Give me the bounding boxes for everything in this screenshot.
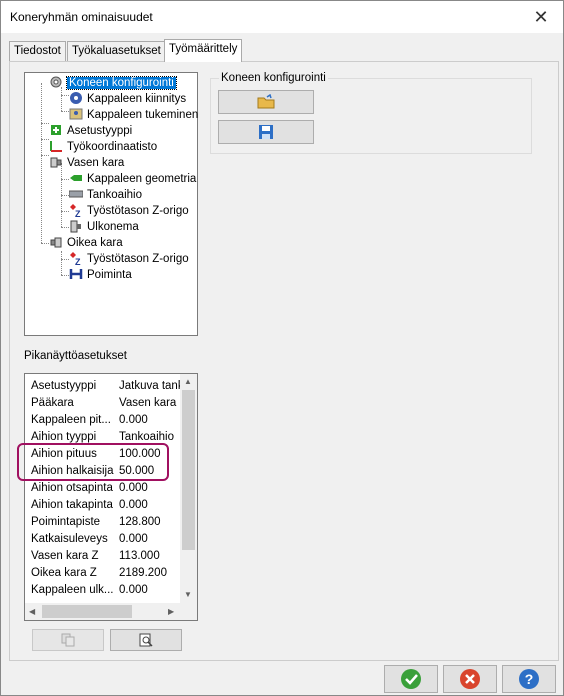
tree-item-ulkonema[interactable]: Ulkonema bbox=[69, 219, 139, 235]
scroll-left-icon[interactable]: ◀ bbox=[29, 607, 35, 616]
help-button[interactable]: ? bbox=[502, 665, 556, 693]
dialog-button-bar: ? bbox=[1, 659, 563, 695]
help-icon: ? bbox=[518, 669, 540, 693]
list-item: Kappaleen ulk... 0.000 bbox=[31, 584, 148, 596]
tree-item-koneen-konfigurointi[interactable]: Koneen konfigurointi bbox=[49, 75, 177, 91]
gear-icon bbox=[49, 75, 63, 89]
list-item: Vasen kara Z 113.000 bbox=[31, 550, 160, 562]
overhang-icon bbox=[69, 219, 83, 233]
chuck-icon bbox=[69, 91, 83, 105]
list-item: Katkaisuleveys 0.000 bbox=[31, 533, 148, 545]
title-bar: Koneryhmän ominaisuudet ✕ bbox=[1, 1, 563, 33]
config-group: Koneen konfigurointi bbox=[210, 72, 532, 154]
open-button[interactable] bbox=[218, 90, 314, 114]
svg-text:Z: Z bbox=[75, 257, 81, 265]
tree-item-label: Kappaleen kiinnitys bbox=[87, 93, 187, 105]
tree-item-asetustyyppi[interactable]: Asetustyyppi bbox=[49, 123, 132, 139]
ok-button[interactable] bbox=[384, 665, 438, 693]
vertical-scrollbar[interactable]: ▲ ▼ bbox=[180, 374, 197, 603]
save-icon bbox=[258, 125, 274, 143]
tab-tiedostot[interactable]: Tiedostot bbox=[9, 41, 66, 61]
checkmark-icon bbox=[400, 669, 422, 693]
setup-type-icon bbox=[49, 123, 63, 137]
vertical-scroll-thumb[interactable] bbox=[182, 390, 195, 550]
svg-text:?: ? bbox=[525, 671, 534, 687]
scroll-down-icon[interactable]: ▼ bbox=[184, 590, 192, 599]
svg-text:Z: Z bbox=[75, 209, 81, 217]
tree-item-label: Poiminta bbox=[87, 269, 132, 281]
z-origin-icon: Z bbox=[69, 251, 83, 267]
tab-tyokaluasetukset[interactable]: Työkaluasetukset bbox=[67, 41, 166, 61]
horizontal-scrollbar[interactable]: ◀ ▶ bbox=[25, 603, 197, 620]
tree-item-label: Työkoordinaatisto bbox=[67, 141, 158, 153]
tree-item-label: Oikea kara bbox=[67, 237, 123, 249]
tree-item-kappaleen-geometria[interactable]: Kappaleen geometria bbox=[69, 171, 196, 187]
tree-item-tankoaihio[interactable]: Tankoaihio bbox=[68, 187, 142, 203]
quick-view-label: Pikanäyttöasetukset bbox=[24, 350, 127, 362]
preview-button[interactable] bbox=[110, 629, 182, 651]
tab-panel: Koneen konfigurointi Kappaleen kiinnitys… bbox=[9, 61, 559, 661]
cancel-icon bbox=[459, 669, 481, 693]
tree-item-label: Asetustyyppi bbox=[67, 125, 133, 137]
axes-icon bbox=[49, 139, 63, 153]
z-origin-icon: Z bbox=[69, 203, 83, 219]
tree-item-kappaleen-tukeminen[interactable]: Kappaleen tukeminen bbox=[69, 107, 198, 123]
operation-tree[interactable]: Koneen konfigurointi Kappaleen kiinnitys… bbox=[24, 72, 198, 336]
scroll-up-icon[interactable]: ▲ bbox=[184, 377, 192, 386]
bar-stock-icon bbox=[68, 187, 84, 201]
cancel-button[interactable] bbox=[443, 665, 497, 693]
tree-item-poiminta[interactable]: Poiminta bbox=[69, 267, 132, 283]
window-title: Koneryhmän ominaisuudet bbox=[10, 10, 153, 24]
tree-item-z-origo-vasen[interactable]: Z Työstötason Z-origo bbox=[69, 203, 189, 219]
geometry-icon bbox=[69, 171, 83, 185]
list-item: Oikea kara Z 2189.200 bbox=[31, 567, 167, 579]
tree-item-label: Kappaleen tukeminen bbox=[87, 109, 199, 121]
support-icon bbox=[69, 107, 83, 121]
quick-view-list[interactable]: Asetustyyppi Jatkuva tank Pääkara Vasen ka… bbox=[24, 373, 198, 621]
config-group-label: Koneen konfigurointi bbox=[219, 72, 328, 84]
tree-item-label: Kappaleen geometria bbox=[87, 173, 197, 185]
tree-item-label: Ulkonema bbox=[87, 221, 139, 233]
list-item: Aihion takapinta 0.000 bbox=[31, 499, 148, 511]
copy-button[interactable] bbox=[32, 629, 104, 651]
tree-item-kappaleen-kiinnitys[interactable]: Kappaleen kiinnitys bbox=[69, 91, 186, 107]
pickoff-icon bbox=[69, 267, 83, 281]
tree-item-label: Tankoaihio bbox=[87, 189, 142, 201]
dialog-window: Koneryhmän ominaisuudet ✕ Tiedostot Työk… bbox=[0, 0, 564, 696]
list-item: Poimintapiste 128.800 bbox=[31, 516, 161, 528]
copy-icon bbox=[61, 633, 75, 650]
tree-item-label: Vasen kara bbox=[67, 157, 125, 169]
scroll-right-icon[interactable]: ▶ bbox=[168, 607, 174, 616]
tree-item-oikea-kara[interactable]: Oikea kara bbox=[49, 235, 123, 251]
tree-item-label: Koneen konfigurointi bbox=[66, 76, 177, 90]
spindle-icon bbox=[49, 235, 63, 249]
save-button[interactable] bbox=[218, 120, 314, 144]
highlight-annotation bbox=[17, 443, 169, 481]
open-folder-icon bbox=[257, 93, 275, 113]
list-item: Kappaleen pit... 0.000 bbox=[31, 414, 148, 426]
horizontal-scroll-thumb[interactable] bbox=[42, 605, 132, 618]
tree-item-tyokoordinaatisto[interactable]: Työkoordinaatisto bbox=[49, 139, 157, 155]
list-item: Pääkara Vasen kara bbox=[31, 397, 177, 409]
tree-item-vasen-kara[interactable]: Vasen kara bbox=[49, 155, 124, 171]
tree-item-z-origo-oikea[interactable]: Z Työstötason Z-origo bbox=[69, 251, 189, 267]
close-icon[interactable]: ✕ bbox=[529, 5, 553, 29]
tab-tyomaarittely[interactable]: Työmäärittely bbox=[164, 39, 243, 62]
list-item: Aihion otsapinta 0.000 bbox=[31, 482, 148, 494]
list-item: Asetustyyppi Jatkuva tank bbox=[31, 380, 181, 392]
tree-item-label: Työstötason Z-origo bbox=[87, 253, 189, 265]
tree-item-label: Työstötason Z-origo bbox=[87, 205, 189, 217]
preview-icon bbox=[139, 633, 153, 650]
spindle-icon bbox=[49, 155, 63, 169]
